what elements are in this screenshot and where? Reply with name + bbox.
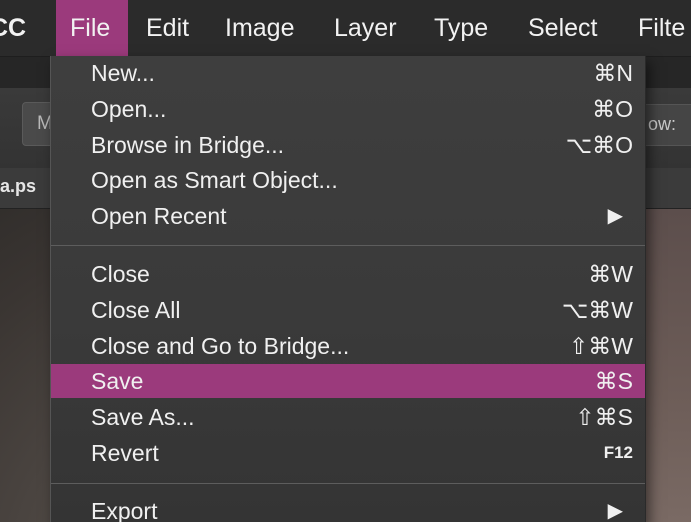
shortcut-label: ⌘S [594,368,633,394]
menu-image[interactable]: Image [225,0,294,56]
menu-separator [51,483,645,484]
menu-item-label: Open Recent [91,203,227,229]
menu-edit[interactable]: Edit [146,0,189,56]
shortcut-label: F12 [603,443,633,462]
menu-bar: CC File Edit Image Layer Type Select Fil… [0,0,691,57]
menu-item-close-and-go-to-bridge[interactable]: Close and Go to Bridge... ⇧⌘W [51,329,645,363]
shortcut-label: ⌥⌘W [561,297,633,323]
document-tab[interactable]: a.ps [0,176,36,197]
canvas-edge [640,209,691,522]
menu-item-label: Close [91,261,150,287]
menu-item-label: Open as Smart Object... [91,167,338,193]
menu-select[interactable]: Select [528,0,597,56]
file-menu-dropdown: New... ⌘N Open... ⌘O Browse in Bridge...… [50,56,646,522]
menu-item-open[interactable]: Open... ⌘O [51,92,645,126]
submenu-arrow-icon: ▶ [607,500,623,522]
menu-item-browse-in-bridge[interactable]: Browse in Bridge... ⌥⌘O [51,128,645,162]
submenu-arrow-icon: ▶ [607,205,623,227]
shortcut-label: ⌥⌘O [565,132,633,158]
menu-item-label: Save [91,368,144,394]
menu-item-revert[interactable]: Revert F12 [51,436,645,470]
shortcut-label: ⌘O [592,96,633,122]
menu-item-close-all[interactable]: Close All ⌥⌘W [51,293,645,327]
menu-filter[interactable]: Filte [638,0,685,56]
menu-separator [51,245,645,246]
menu-item-export[interactable]: Export ▶ [51,494,645,522]
shortcut-label: ⌘N [593,60,633,86]
menu-item-save-as[interactable]: Save As... ⇧⌘S [51,400,645,434]
app-menu[interactable]: CC [0,0,46,56]
menu-item-label: Save As... [91,404,195,430]
menu-item-label: Close and Go to Bridge... [91,333,350,359]
shortcut-label: ⇧⌘W [569,333,633,359]
menu-item-label: Export [91,498,158,522]
menu-item-close[interactable]: Close ⌘W [51,257,645,291]
menu-item-label: Browse in Bridge... [91,132,285,158]
menu-file[interactable]: File [56,0,129,56]
menu-item-new[interactable]: New... ⌘N [51,56,645,90]
menu-layer[interactable]: Layer [334,0,397,56]
menu-item-open-recent[interactable]: Open Recent ▶ [51,199,645,233]
menu-item-open-as-smart-object[interactable]: Open as Smart Object... [51,163,645,197]
menu-item-label: Close All [91,297,181,323]
menu-item-save[interactable]: Save ⌘S [51,364,645,398]
menu-item-label: Open... [91,96,167,122]
shortcut-label: ⇧⌘S [575,404,633,430]
menu-item-label: Revert [91,440,159,466]
shortcut-label: ⌘W [588,261,633,287]
menu-item-label: New... [91,60,155,86]
options-label: ow: [648,114,677,134]
menu-type[interactable]: Type [434,0,488,56]
photoshop-window: M ow: a.ps CC File Edit Image Layer Type… [0,0,691,522]
